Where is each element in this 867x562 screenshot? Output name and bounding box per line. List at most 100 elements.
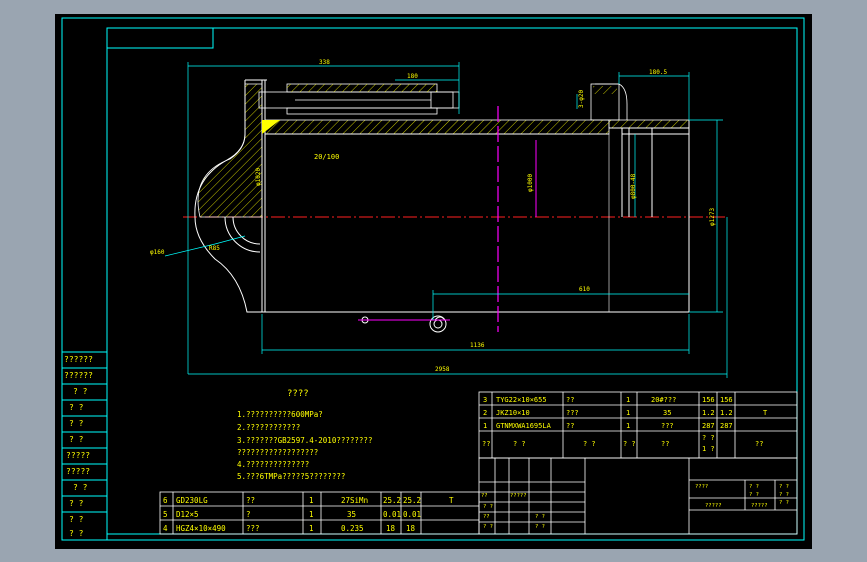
pt-0-w2: 156 [720,396,733,404]
dim-small: 3-φ20 [578,90,585,108]
tb-right-2: ? ? [779,484,789,490]
left-cell-10: ? ? [69,515,84,524]
pt-2-mat: ??? [661,422,674,430]
tb-right-4: ? ? [779,492,789,498]
pt-head-1: ? ? [513,440,526,448]
dim-1136: 1136 [470,342,485,349]
note-line-4: ?????????????????? [237,448,318,457]
pt-2-no: 1 [483,422,487,430]
technical-notes: ???? 1.??????????600MPa? 2.???????????? … [237,389,372,481]
dim-180: 180 [407,73,418,80]
pt-1-w2: 1.2 [720,409,733,417]
notes-title: ???? [287,389,309,399]
pt-1-name: ??? [566,409,579,417]
parts-top-texts: 3 TYG22×10×655 ?? 1 20#??? 156 156 2 JKZ… [482,396,768,453]
pb-1-w1: 0.01 [383,510,401,519]
drawing-sheet: ?????? ?????? ? ? ? ? ? ? ? ? ????? ????… [55,14,812,549]
pb-1-no: 5 [163,510,168,519]
dim-r160: φ160 [150,249,165,256]
pb-1-code: D12×5 [176,510,199,519]
pt-1-mat: 35 [663,409,671,417]
pt-head-6: 1 ? [702,445,715,453]
tb-right-7: ????? [751,503,768,509]
dim-phi1273: φ1273 [709,208,716,226]
pb-2-w2: 18 [406,524,416,533]
pt-0-code: TYG22×10×655 [496,396,547,404]
pt-0-no: 3 [483,396,487,404]
dim-610: 610 [579,286,590,293]
pb-0-w1: 25.2 [383,496,401,505]
tb-cell-5: ? ? [535,514,545,520]
tb-right-3: ? ? [749,492,759,498]
pb-0-no: 6 [163,496,168,505]
tb-right-1: ? ? [749,484,759,490]
pb-1-mat: 35 [347,510,356,519]
note-line-2: 2.???????????? [237,423,300,432]
note-line-3: 3.???????GB2597.4-2010???????? [237,436,372,445]
pt-1-w1: 1.2 [702,409,715,417]
pb-2-w1: 18 [386,524,396,533]
tb-cell-1: ????? [510,493,527,499]
pt-0-w1: 156 [702,396,715,404]
pb-1-qty: 1 [309,510,314,519]
pb-2-mat: 0.235 [341,524,364,533]
pb-2-code: HGZ4×10×490 [176,524,226,533]
outer-frame [61,17,805,541]
dim-phi1000: φ1000 [527,174,534,192]
left-column-texts: ?????? ?????? ? ? ? ? ? ? ? ? ????? ????… [64,355,93,538]
dim-2958: 2958 [435,366,450,373]
pt-head-4: ?? [661,440,669,448]
dim-r85: R85 [209,245,220,252]
left-cell-4: ? ? [69,419,84,428]
dim-180-5: 180.5 [649,69,667,76]
dim-338: 338 [319,59,330,66]
dim-phi800: φ800-48 [630,173,637,199]
parts-bottom-texts: 6 GD230LG ?? 1 27SiMn 25.2 25.2 T 5 D12×… [163,496,454,533]
bottom-lug [361,315,447,333]
title-block-texts: ?? ????? ? ? ?? ? ? ? ? ? ? ???? ? ? ? ?… [481,484,789,530]
corner-tag [107,28,214,49]
pt-head-8: ?? [755,440,763,448]
cylinder-hatch [287,84,437,92]
pt-head-2: ? ? [583,440,596,448]
tb-cell-3: ?? [483,514,490,520]
note-line-5: 4.?????????????? [237,460,309,469]
left-cell-3: ? ? [69,403,84,412]
left-cell-8: ? ? [73,483,88,492]
bracket-hatch [593,86,617,94]
left-cell-0: ?????? [64,355,93,364]
pb-0-code: GD230LG [176,496,208,505]
tb-cell-0: ?? [481,493,488,499]
tb-cell-6: ? ? [535,524,545,530]
flange-hatch [197,83,263,218]
note-line-1: 1.??????????600MPa? [237,410,323,419]
pt-0-qty: 1 [626,396,630,404]
pb-2-qty: 1 [309,524,314,533]
pt-head-5: ? ? [702,434,715,442]
pb-0-w2: 25.2 [403,496,421,505]
pt-0-name: ?? [566,396,574,404]
pb-1-name: ? [246,510,251,519]
pb-0-name: ?? [246,496,255,505]
left-cell-7: ????? [66,467,90,476]
end-cap-hatch [608,119,690,129]
pb-1-w2: 0.01 [403,510,421,519]
pb-0-qty: 1 [309,496,314,505]
pt-2-w1: 287 [702,422,715,430]
tb-right-0: ???? [695,484,708,490]
ratio-label: 20/100 [314,153,339,161]
left-cell-2: ? ? [73,387,88,396]
barrel-wall-hatch [264,119,610,135]
tb-right-5: ? ? [779,500,789,506]
pt-1-note: T [763,409,768,417]
pb-0-note: T [449,496,454,505]
pt-head-0: ?? [482,440,490,448]
pb-2-name: ??? [246,524,260,533]
pt-1-qty: 1 [626,409,630,417]
pt-2-qty: 1 [626,422,630,430]
dim-phi1020: φ1020 [255,168,262,186]
pt-1-no: 2 [483,409,487,417]
tb-cell-4: ? ? [483,524,493,530]
left-cell-11: ? ? [69,529,84,538]
pt-2-code: GTNMXWA1695LA [496,422,552,430]
